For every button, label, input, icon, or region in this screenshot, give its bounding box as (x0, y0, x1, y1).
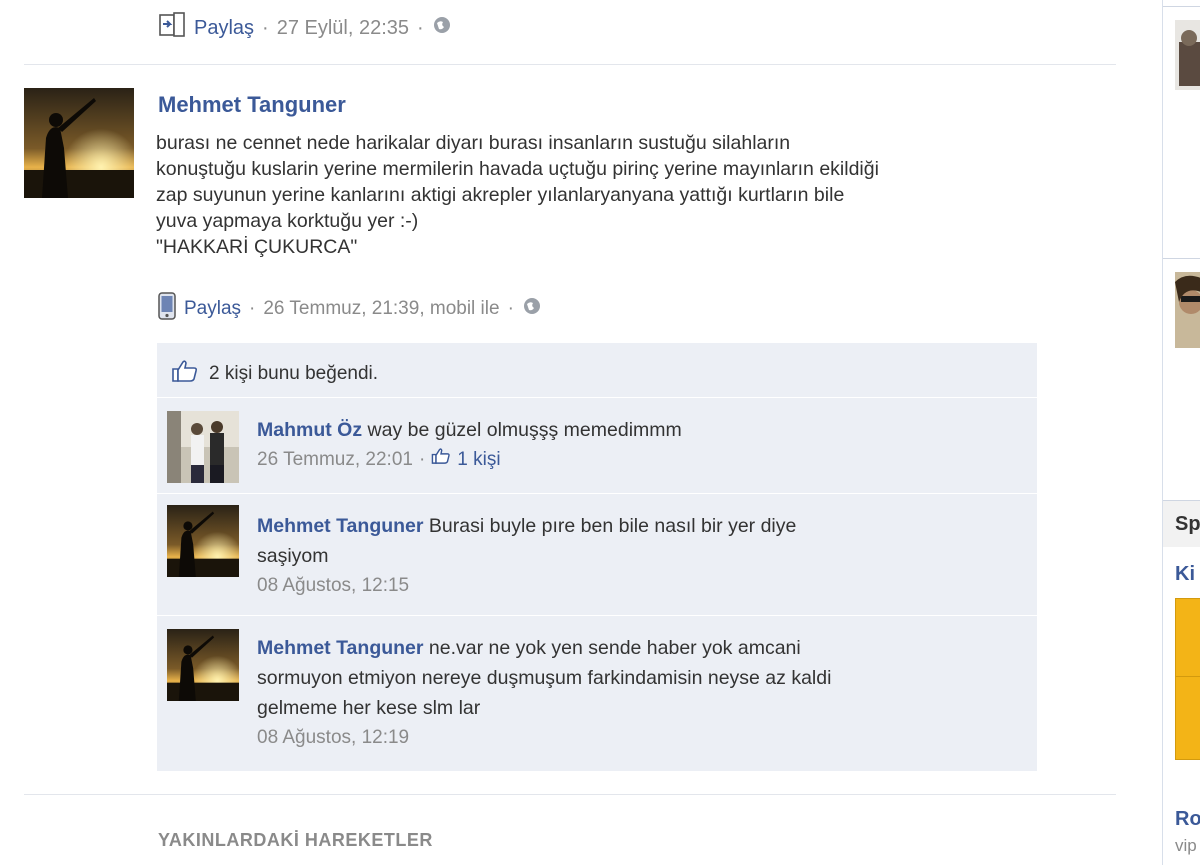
story-text-line: zap suyunun yerine kanlarını aktigi akre… (156, 184, 845, 206)
sidebar-divider (1163, 258, 1200, 259)
share-link[interactable]: Paylaş (184, 298, 241, 320)
comment-text: sormuyon etmiyon nereye duşmuşum farkind… (257, 667, 832, 689)
comment-meta: 08 Ağustos, 12:15 (257, 571, 997, 601)
prev-story-footer: Paylaş · 27 Eylül, 22:35 · (158, 12, 452, 44)
sidebar-header-text: Sp (1175, 513, 1200, 535)
dot-separator: · (507, 298, 514, 319)
sidebar-thumbnail[interactable] (1175, 20, 1200, 90)
sidebar-text: vip (1175, 836, 1197, 855)
likes-text[interactable]: 2 kişi bunu beğendi. (209, 363, 378, 385)
right-sidebar: Sp Ki Ro vip (1162, 0, 1200, 865)
story-text-line: burası ne cennet nede harikalar diyarı b… (156, 132, 791, 154)
comment-author-link[interactable]: Mahmut Öz (257, 419, 362, 441)
recent-activity-title: YAKINLARDAKİ HAREKETLER (158, 830, 433, 850)
comment-meta: 26 Temmuz, 22:01 · 1 kişi (257, 445, 997, 475)
comment-text: ne.var ne yok yen sende haber yok amcani (428, 637, 801, 659)
story-author-link[interactable]: Mehmet Tanguner (158, 92, 346, 118)
sidebar-divider (1163, 6, 1200, 7)
likes-summary: 2 kişi bunu beğendi. (171, 359, 378, 389)
sidebar-section-header: Sp (1163, 500, 1200, 547)
story-divider (24, 64, 1116, 65)
comment-body: Mahmut Öz way be güzel olmuşşş memedimmm… (257, 415, 997, 475)
story-footer: Paylaş · 26 Temmuz, 21:39, mobil ile · (158, 292, 542, 326)
commenter-avatar[interactable] (167, 629, 239, 701)
comment-like-count[interactable]: 1 kişi (457, 445, 500, 475)
mobile-icon (158, 292, 176, 326)
sidebar-thumbnail[interactable] (1175, 272, 1200, 348)
commenter-avatar[interactable] (167, 411, 239, 483)
section-divider (24, 794, 1116, 795)
story-text: burası ne cennet nede harikalar diyarı b… (156, 130, 1056, 260)
comment-author-link[interactable]: Mehmet Tanguner (257, 637, 423, 659)
comment-text: saşiyom (257, 545, 329, 567)
comment-meta: 08 Ağustos, 12:19 (257, 723, 997, 753)
share-link[interactable]: Paylaş (194, 17, 254, 40)
timestamp[interactable]: 26 Temmuz, 21:39, mobil ile (263, 298, 499, 320)
separator-dot: · (418, 449, 426, 470)
story-text-line: "HAKKARİ ÇUKURCA" (156, 236, 358, 258)
sidebar-link[interactable]: Ki (1175, 563, 1195, 586)
share-icon (158, 12, 186, 44)
comment-text: gelmeme her kese slm lar (257, 697, 481, 719)
story-text-line: konuştuğu kuslarin yerine mermilerin hav… (156, 158, 879, 180)
comment-body: Mehmet Tanguner ne.var ne yok yen sende … (257, 633, 997, 753)
commenter-avatar[interactable] (167, 505, 239, 577)
sidebar-ad-divider (1175, 676, 1200, 677)
comment-timestamp[interactable]: 08 Ağustos, 12:15 (257, 571, 409, 601)
comment-author-link[interactable]: Mehmet Tanguner (257, 515, 423, 537)
sidebar-ad-image[interactable] (1175, 598, 1200, 760)
comment-text: way be güzel olmuşşş memedimmm (367, 419, 682, 441)
comment-item: Mehmet Tanguner ne.var ne yok yen sende … (157, 615, 1037, 771)
comment-text: Burasi buyle pıre ben bile nasıl bir yer… (428, 515, 797, 537)
comments-box: 2 kişi bunu beğendi. Mahmut Öz way be gü… (157, 343, 1037, 771)
timestamp[interactable]: 27 Eylül, 22:35 (277, 17, 409, 40)
dot-separator: · (417, 16, 424, 39)
thumbs-up-icon (431, 445, 451, 475)
comment-item: Mehmet Tanguner Burasi buyle pıre ben bi… (157, 493, 1037, 615)
globe-icon (522, 296, 542, 322)
comment-body: Mehmet Tanguner Burasi buyle pıre ben bi… (257, 511, 997, 601)
comment-timestamp[interactable]: 26 Temmuz, 22:01 (257, 445, 413, 475)
thumbs-up-icon (171, 359, 199, 389)
comment-item: Mahmut Öz way be güzel olmuşşş memedimmm… (157, 397, 1037, 493)
avatar[interactable] (24, 88, 134, 198)
separator-dot: · (262, 16, 269, 39)
sidebar-link[interactable]: Ro (1175, 808, 1200, 831)
story-text-line: yuva yapmaya korktuğu yer :-) (156, 210, 419, 232)
globe-icon (432, 15, 452, 41)
separator-dot: · (249, 298, 256, 319)
comment-timestamp[interactable]: 08 Ağustos, 12:19 (257, 723, 409, 753)
